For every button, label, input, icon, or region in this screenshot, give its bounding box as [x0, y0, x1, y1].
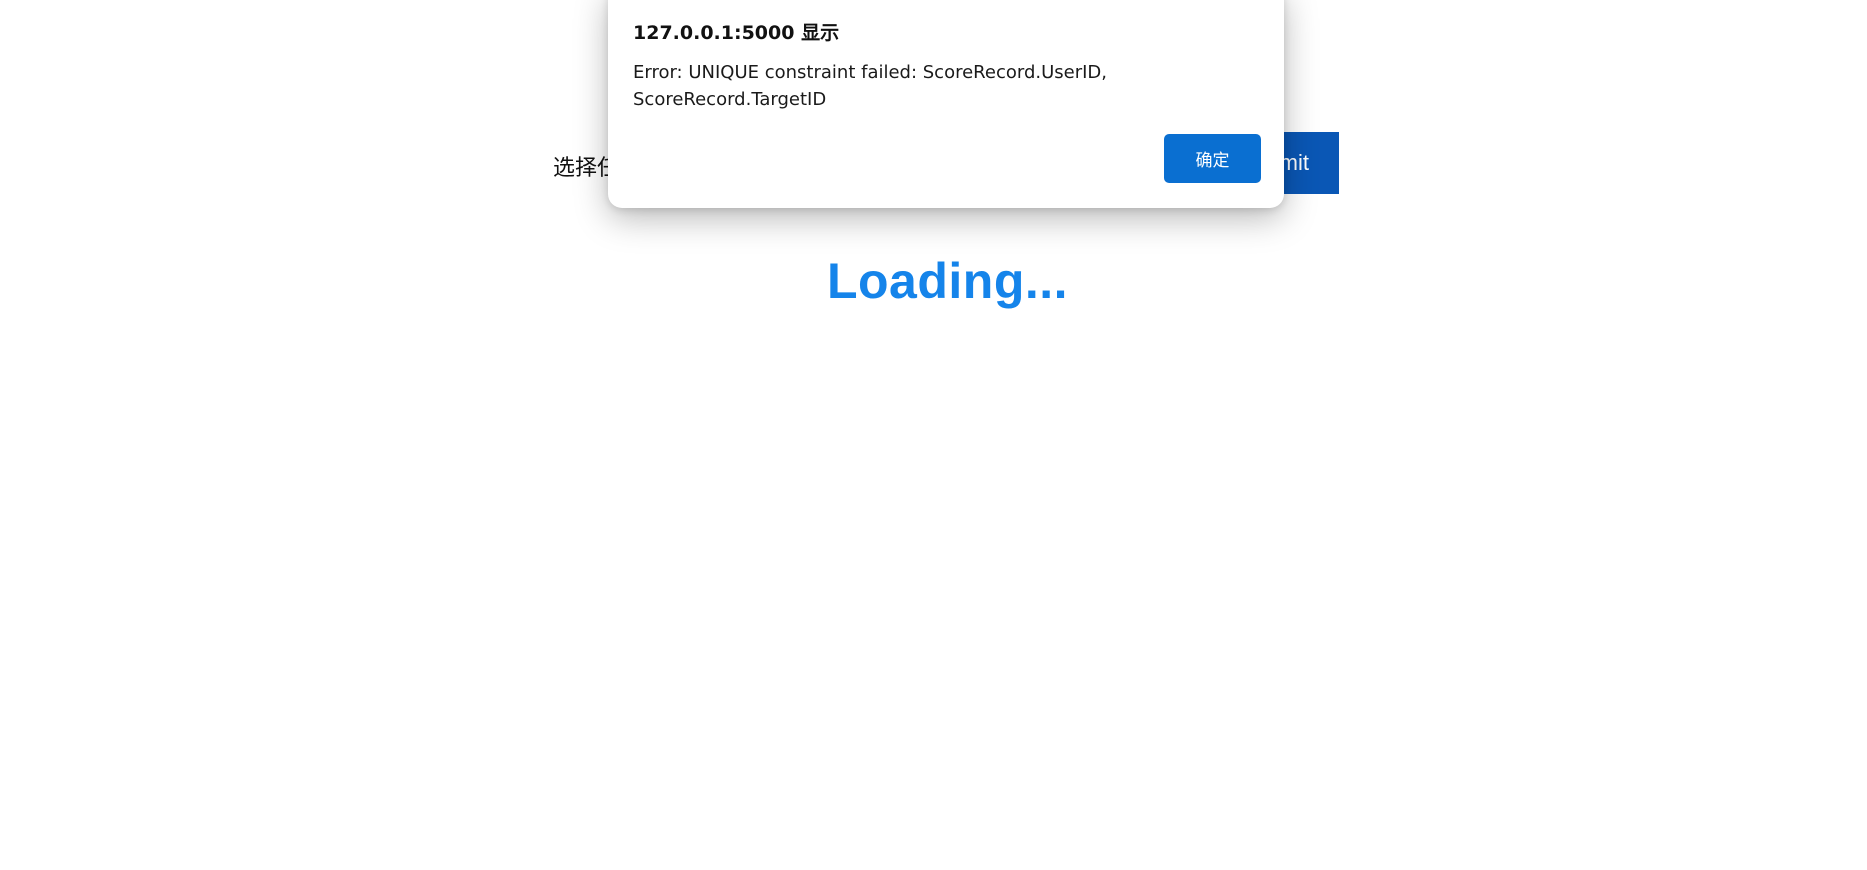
dialog-message: Error: UNIQUE constraint failed: ScoreRe…: [633, 59, 1173, 113]
page: 选择任 mit Loading... 127.0.0.1:5000 显示 Err…: [0, 0, 1867, 870]
alert-dialog: 127.0.0.1:5000 显示 Error: UNIQUE constrai…: [608, 0, 1284, 208]
ok-button[interactable]: 确定: [1164, 134, 1261, 183]
dialog-message-line: Error: UNIQUE constraint failed: ScoreRe…: [633, 62, 1108, 83]
loading-text: Loading...: [826, 253, 1069, 309]
dialog-title: 127.0.0.1:5000 显示: [633, 22, 840, 44]
dialog-message-line: ScoreRecord.TargetID: [633, 89, 827, 110]
